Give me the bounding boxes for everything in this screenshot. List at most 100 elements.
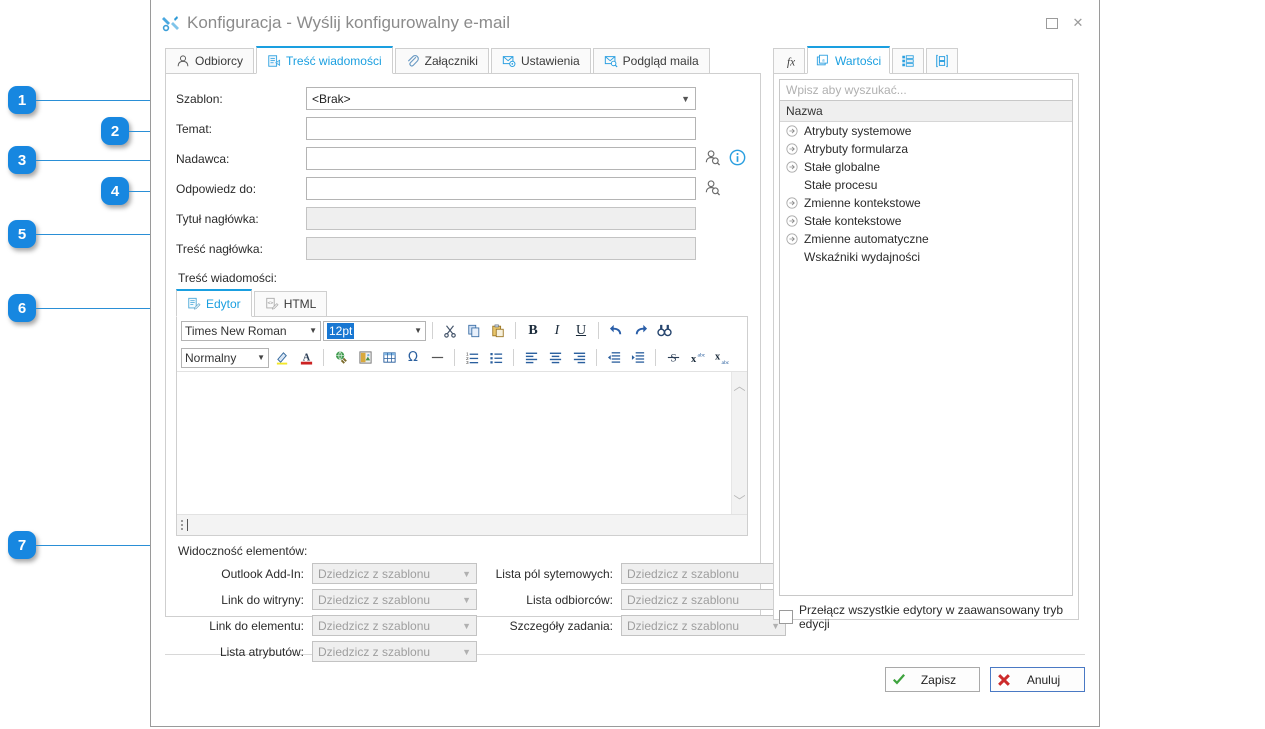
tree-node[interactable]: Wskaźniki wydajności bbox=[780, 248, 1072, 266]
visibility-select[interactable]: Dziedzicz z szablonu▼ bbox=[621, 589, 786, 610]
find-icon[interactable] bbox=[653, 320, 675, 341]
editor-scrollbar[interactable]: ︿ ﹀ bbox=[731, 372, 747, 514]
tab-ustawienia[interactable]: Ustawienia bbox=[490, 48, 591, 74]
tab-zalaczniki[interactable]: Załączniki bbox=[394, 48, 489, 74]
resize-grip-icon[interactable] bbox=[181, 520, 183, 530]
tab-wartosci[interactable]: a Wartości bbox=[807, 46, 891, 74]
close-icon[interactable]: ✕ bbox=[1065, 12, 1091, 34]
expand-arrow-icon[interactable] bbox=[786, 197, 798, 209]
visibility-select[interactable]: Dziedzicz z szablonu▼ bbox=[312, 563, 477, 584]
person-search-icon[interactable] bbox=[704, 149, 721, 169]
preview-mail-icon bbox=[604, 54, 618, 68]
save-button[interactable]: Zapisz bbox=[885, 667, 980, 692]
label-odpowiedz-do: Odpowiedz do: bbox=[176, 181, 257, 196]
tab-podglad[interactable]: Podgląd maila bbox=[592, 48, 710, 74]
tree-node-label: Atrybuty systemowe bbox=[804, 124, 912, 138]
temat-input[interactable] bbox=[306, 117, 696, 140]
font-family-select[interactable]: Times New Roman ▼ bbox=[181, 320, 321, 341]
insert-image-icon[interactable] bbox=[354, 347, 376, 368]
tree-node[interactable]: Zmienne kontekstowe bbox=[780, 194, 1072, 212]
field-row-nadawca: Nadawca: bbox=[176, 144, 748, 173]
copy-icon[interactable] bbox=[463, 320, 485, 341]
svg-text:<>: <> bbox=[267, 302, 273, 307]
tree-node[interactable]: Stałe procesu bbox=[780, 176, 1072, 194]
person-search-icon[interactable] bbox=[704, 179, 721, 199]
advanced-mode-checkbox[interactable] bbox=[779, 610, 793, 624]
bullet-list-icon[interactable] bbox=[485, 347, 507, 368]
maximize-icon[interactable] bbox=[1039, 12, 1065, 34]
tree-node[interactable]: Zmienne automatyczne bbox=[780, 230, 1072, 248]
expand-arrow-icon[interactable] bbox=[786, 233, 798, 245]
font-size-select[interactable]: 12pt ▼ bbox=[323, 320, 426, 341]
tab-funkcje[interactable]: fx bbox=[773, 48, 805, 74]
outdent-icon[interactable] bbox=[603, 347, 625, 368]
tresc-naglowka-input[interactable] bbox=[306, 237, 696, 260]
insert-table-icon[interactable] bbox=[378, 347, 400, 368]
highlight-icon[interactable] bbox=[271, 347, 293, 368]
tree-node[interactable]: Stałe kontekstowe bbox=[780, 212, 1072, 230]
advanced-mode-checkbox-row[interactable]: Przełącz wszystkie edytory w zaawansowan… bbox=[779, 603, 1073, 631]
subscript-icon[interactable]: x abc bbox=[710, 347, 732, 368]
visibility-select[interactable]: Dziedzicz z szablonu▼ bbox=[621, 615, 786, 636]
save-button-label: Zapisz bbox=[920, 672, 957, 687]
tree-node[interactable]: Stałe globalne bbox=[780, 158, 1072, 176]
align-left-icon[interactable] bbox=[520, 347, 542, 368]
chevron-down-icon: ▼ bbox=[462, 568, 471, 579]
undo-icon[interactable] bbox=[605, 320, 627, 341]
underline-icon[interactable]: U bbox=[570, 320, 592, 341]
tytul-naglowka-input[interactable] bbox=[306, 207, 696, 230]
expand-arrow-icon[interactable] bbox=[786, 125, 798, 137]
align-right-icon[interactable] bbox=[568, 347, 590, 368]
page-title: Konfiguracja - Wyślij konfigurowalny e-m… bbox=[187, 13, 510, 32]
tab-html[interactable]: <> HTML bbox=[253, 291, 328, 317]
paragraph-style-select[interactable]: Normalny ▼ bbox=[181, 347, 269, 368]
expand-arrow-icon[interactable] bbox=[786, 215, 798, 227]
editor-content-area[interactable]: ︿ ﹀ bbox=[177, 372, 747, 514]
chevron-down-icon: ▼ bbox=[462, 620, 471, 631]
italic-icon[interactable]: I bbox=[546, 320, 568, 341]
tools-icon bbox=[161, 13, 181, 33]
tree-node-label: Zmienne kontekstowe bbox=[804, 196, 921, 210]
tab-formularz[interactable] bbox=[926, 48, 959, 74]
visibility-select[interactable]: Dziedzicz z szablonu▼ bbox=[312, 589, 477, 610]
symbol-icon[interactable]: Ω bbox=[402, 347, 424, 368]
tab-edytor[interactable]: Edytor bbox=[176, 289, 252, 317]
visibility-label: Lista odbiorców: bbox=[526, 592, 613, 607]
insert-link-icon[interactable] bbox=[330, 347, 352, 368]
align-center-icon[interactable] bbox=[544, 347, 566, 368]
cut-icon[interactable] bbox=[439, 320, 461, 341]
superscript-icon[interactable]: x abc bbox=[686, 347, 708, 368]
visibility-value: Dziedzicz z szablonu bbox=[627, 618, 740, 633]
paste-icon[interactable] bbox=[487, 320, 509, 341]
tree-node[interactable]: Atrybuty formularza bbox=[780, 140, 1072, 158]
info-icon[interactable] bbox=[729, 149, 746, 169]
indent-icon[interactable] bbox=[627, 347, 649, 368]
strikethrough-icon[interactable]: S bbox=[662, 347, 684, 368]
visibility-select[interactable]: Dziedzicz z szablonu▼ bbox=[621, 563, 786, 584]
search-input[interactable]: Wpisz aby wyszukać... bbox=[779, 79, 1073, 101]
editor-canvas[interactable] bbox=[177, 372, 731, 514]
visibility-value: Dziedzicz z szablonu bbox=[627, 566, 740, 581]
tree-node-label: Stałe procesu bbox=[804, 178, 878, 192]
scroll-down-icon[interactable]: ﹀ bbox=[733, 492, 745, 509]
szablon-select[interactable]: <Brak> ▼ bbox=[306, 87, 696, 110]
numbered-list-icon[interactable]: 1 2 3 bbox=[461, 347, 483, 368]
tab-lista[interactable] bbox=[892, 48, 925, 74]
visibility-select[interactable]: Dziedzicz z szablonu▼ bbox=[312, 641, 477, 662]
visibility-select[interactable]: Dziedzicz z szablonu▼ bbox=[312, 615, 477, 636]
cancel-button[interactable]: Anuluj bbox=[990, 667, 1085, 692]
expand-arrow-icon[interactable] bbox=[786, 143, 798, 155]
redo-icon[interactable] bbox=[629, 320, 651, 341]
editor-status-bar bbox=[177, 514, 747, 535]
horizontal-rule-icon[interactable] bbox=[426, 347, 448, 368]
scroll-up-icon[interactable]: ︿ bbox=[733, 377, 745, 394]
odpowiedz-do-input[interactable] bbox=[306, 177, 696, 200]
expand-arrow-icon[interactable] bbox=[786, 161, 798, 173]
font-color-icon[interactable]: A bbox=[295, 347, 317, 368]
tree-node[interactable]: Atrybuty systemowe bbox=[780, 122, 1072, 140]
bold-icon[interactable]: B bbox=[522, 320, 544, 341]
tab-odbiorcy[interactable]: Odbiorcy bbox=[165, 48, 255, 74]
title-bar: Konfiguracja - Wyślij konfigurowalny e-m… bbox=[151, 0, 1099, 46]
tab-tresc[interactable]: Treść wiadomości bbox=[256, 46, 393, 74]
nadawca-input[interactable] bbox=[306, 147, 696, 170]
